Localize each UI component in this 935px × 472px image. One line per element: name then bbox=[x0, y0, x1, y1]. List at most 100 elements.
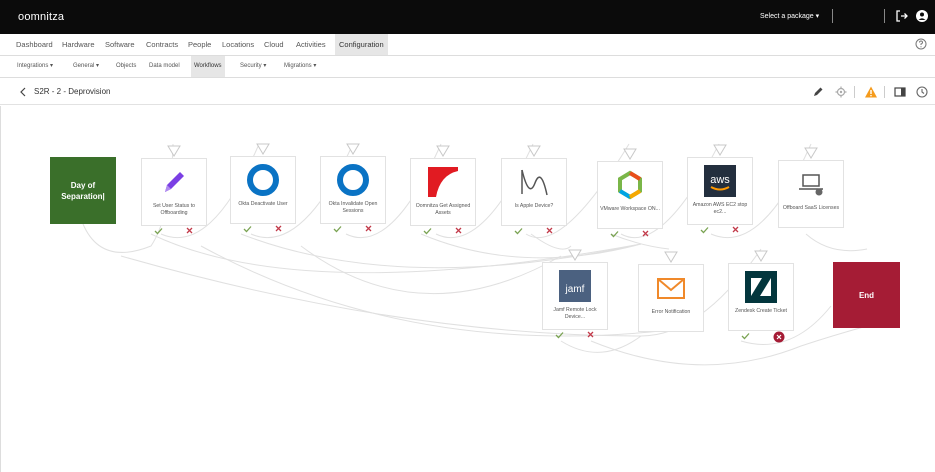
node-oomnitza-get-assets[interactable]: Oomnitza Get Assigned Assets bbox=[410, 145, 476, 235]
nav-dashboard[interactable]: Dashboard bbox=[12, 34, 57, 55]
nav-hardware[interactable]: Hardware bbox=[58, 34, 99, 55]
failure-port-icon[interactable] bbox=[364, 224, 373, 233]
pencil-icon bbox=[165, 172, 184, 192]
jamf-icon: jamf bbox=[559, 270, 591, 302]
okta-icon bbox=[337, 164, 369, 196]
subnav-workflows[interactable]: Workflows bbox=[191, 56, 225, 77]
input-port-icon[interactable] bbox=[623, 148, 637, 160]
logout-icon[interactable] bbox=[895, 9, 909, 23]
svg-text:jamf: jamf bbox=[565, 284, 585, 295]
nav-software[interactable]: Software bbox=[101, 34, 139, 55]
failure-port-icon[interactable] bbox=[185, 226, 194, 235]
failure-port-icon[interactable] bbox=[773, 331, 785, 343]
warning-icon[interactable] bbox=[864, 85, 878, 99]
header-divider bbox=[854, 86, 855, 98]
panel-icon[interactable] bbox=[893, 85, 907, 99]
nav-cloud[interactable]: Cloud bbox=[260, 34, 288, 55]
success-port-icon[interactable] bbox=[741, 332, 750, 340]
zendesk-icon bbox=[745, 271, 777, 303]
laptop-icon bbox=[799, 174, 823, 196]
node-set-user-status[interactable]: Set User Status to Offboarding bbox=[141, 145, 207, 235]
input-port-icon[interactable] bbox=[167, 145, 181, 157]
input-port-icon[interactable] bbox=[568, 249, 582, 261]
node-zendesk-create-ticket[interactable]: Zendesk Create Ticket bbox=[728, 250, 794, 343]
node-okta-deactivate-user[interactable]: Okta Deactivate User bbox=[230, 143, 296, 233]
node-label: Offboard SaaS Licenses bbox=[782, 205, 840, 211]
node-label: Error Notification bbox=[651, 309, 691, 315]
node-error-notification[interactable]: Error Notification bbox=[638, 251, 704, 332]
failure-port-icon[interactable] bbox=[731, 225, 740, 234]
failure-port-icon[interactable] bbox=[641, 229, 650, 238]
node-label: VMware Workspace ON... bbox=[600, 206, 660, 212]
workflow-header: S2R - 2 - Deprovision bbox=[0, 79, 935, 105]
failure-port-icon[interactable] bbox=[586, 330, 595, 339]
history-icon[interactable] bbox=[915, 85, 929, 99]
top-bar: oomnitza Select a package ▾ bbox=[0, 0, 935, 34]
node-offboard-saas[interactable]: Offboard SaaS Licenses bbox=[778, 147, 844, 228]
help-icon[interactable] bbox=[915, 38, 927, 50]
email-icon bbox=[657, 278, 685, 299]
success-port-icon[interactable] bbox=[154, 227, 163, 235]
node-amazon-aws-ec2[interactable]: aws Amazon AWS EC2 stop ec2... bbox=[687, 144, 753, 234]
node-jamf-remote-lock[interactable]: jamf Jamf Remote Lock Device... bbox=[542, 249, 608, 339]
input-port-icon[interactable] bbox=[256, 143, 270, 155]
failure-port-icon[interactable] bbox=[545, 226, 554, 235]
start-node[interactable]: Day of Separation| bbox=[50, 157, 116, 224]
success-port-icon[interactable] bbox=[243, 225, 252, 233]
node-label: Set User Status to Offboarding bbox=[152, 203, 196, 216]
input-port-icon[interactable] bbox=[713, 144, 727, 156]
input-port-icon[interactable] bbox=[754, 250, 768, 262]
node-okta-invalidate-sessions[interactable]: Okta Invalidate Open Sessions bbox=[320, 143, 386, 233]
node-label: Zendesk Create Ticket bbox=[735, 308, 787, 314]
app-logo[interactable]: oomnitza bbox=[18, 11, 64, 23]
input-port-icon[interactable] bbox=[436, 145, 450, 157]
input-port-icon[interactable] bbox=[346, 143, 360, 155]
back-chevron-icon[interactable] bbox=[18, 86, 28, 98]
subnav-security[interactable]: Security ▾ bbox=[237, 56, 269, 77]
node-label: Okta Invalidate Open Sessions bbox=[328, 201, 378, 214]
subnav-migrations[interactable]: Migrations ▾ bbox=[281, 56, 319, 77]
nav-contracts[interactable]: Contracts bbox=[142, 34, 182, 55]
user-icon[interactable] bbox=[915, 9, 929, 23]
input-port-icon[interactable] bbox=[804, 147, 818, 159]
input-port-icon[interactable] bbox=[527, 145, 541, 157]
failure-port-icon[interactable] bbox=[274, 224, 283, 233]
input-port-icon[interactable] bbox=[664, 251, 678, 263]
nav-locations[interactable]: Locations bbox=[218, 34, 258, 55]
node-label: Oomnitza Get Assigned Assets bbox=[415, 203, 471, 216]
node-vmware-workspace-one[interactable]: VMware Workspace ON... bbox=[597, 148, 663, 238]
gear-icon[interactable] bbox=[834, 85, 848, 99]
package-select[interactable]: Select a package ▾ bbox=[760, 12, 819, 20]
success-port-icon[interactable] bbox=[333, 225, 342, 233]
success-port-icon[interactable] bbox=[700, 226, 709, 234]
node-label: Jamf Remote Lock Device... bbox=[553, 307, 597, 320]
nav-people[interactable]: People bbox=[184, 34, 215, 55]
okta-icon bbox=[247, 164, 279, 196]
workflow-title: S2R - 2 - Deprovision bbox=[34, 87, 111, 96]
subnav-general[interactable]: General ▾ bbox=[70, 56, 102, 77]
vmware-workspace-icon bbox=[618, 170, 642, 200]
subnav-integrations[interactable]: Integrations ▾ bbox=[14, 56, 56, 77]
node-is-apple-device[interactable]: Is Apple Device? bbox=[501, 145, 567, 235]
failure-port-icon[interactable] bbox=[454, 226, 463, 235]
success-port-icon[interactable] bbox=[514, 227, 523, 235]
condition-icon bbox=[521, 169, 548, 196]
node-label: Is Apple Device? bbox=[514, 203, 554, 209]
topbar-divider bbox=[832, 9, 833, 23]
secondary-nav: Integrations ▾ General ▾ Objects Data mo… bbox=[0, 56, 935, 78]
success-port-icon[interactable] bbox=[423, 227, 432, 235]
oomnitza-icon bbox=[428, 167, 458, 197]
subnav-objects[interactable]: Objects bbox=[113, 56, 139, 77]
end-node[interactable]: End bbox=[833, 262, 900, 328]
topbar-divider bbox=[884, 9, 885, 23]
nav-activities[interactable]: Activities bbox=[292, 34, 330, 55]
subnav-data-model[interactable]: Data model bbox=[146, 56, 183, 77]
node-label: Okta Deactivate User bbox=[238, 201, 288, 207]
pencil-icon[interactable] bbox=[811, 85, 825, 99]
workflow-canvas[interactable]: Day of Separation| Set User Status to Of… bbox=[0, 106, 935, 472]
primary-nav: Dashboard Hardware Software Contracts Pe… bbox=[0, 34, 935, 56]
success-port-icon[interactable] bbox=[610, 230, 619, 238]
node-label: Amazon AWS EC2 stop ec2... bbox=[692, 202, 748, 215]
nav-configuration[interactable]: Configuration bbox=[335, 34, 388, 55]
success-port-icon[interactable] bbox=[555, 331, 564, 339]
